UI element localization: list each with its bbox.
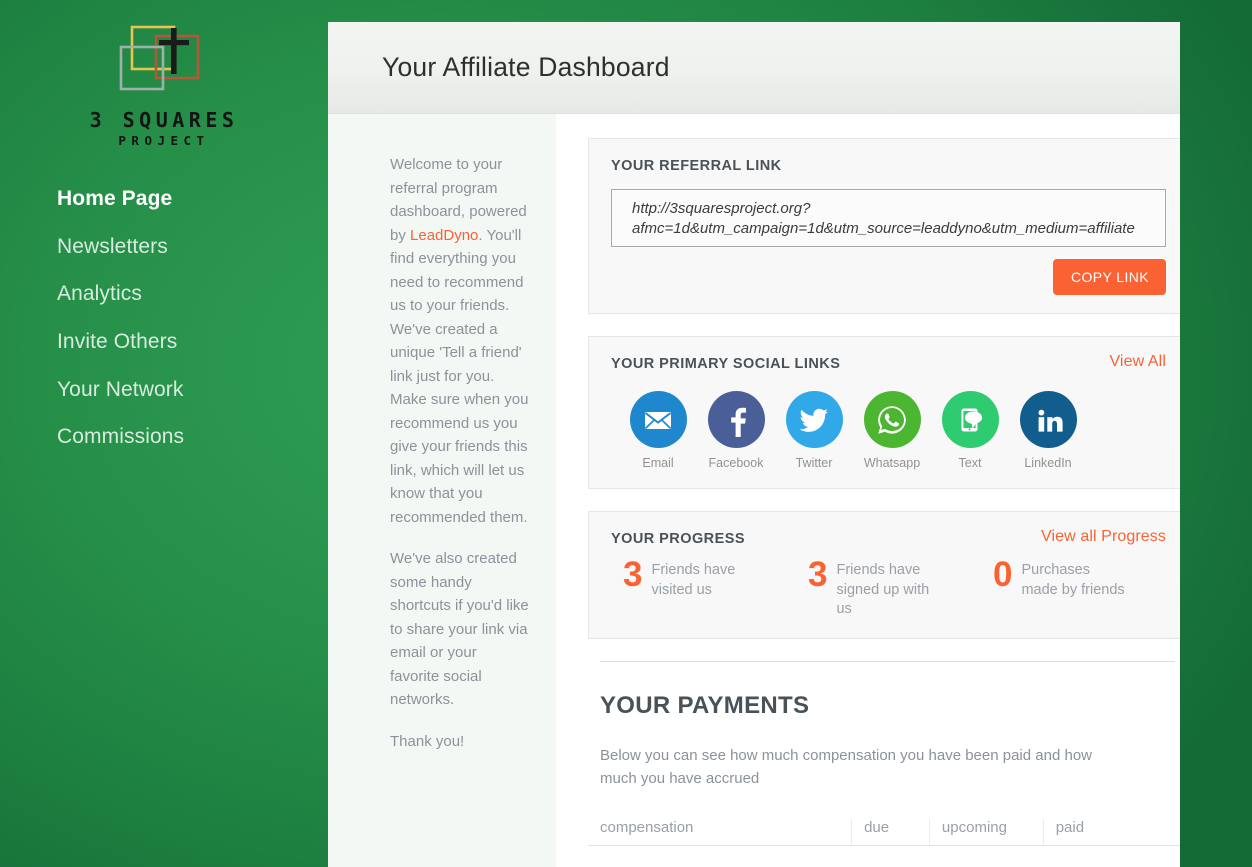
social-card-title: YOUR PRIMARY SOCIAL LINKS — [611, 356, 841, 372]
facebook-icon — [707, 391, 765, 448]
view-all-social-link[interactable]: View All — [1109, 353, 1166, 371]
view-all-progress-link[interactable]: View all Progress — [1041, 528, 1166, 546]
progress-value-visited: 3 — [623, 555, 643, 594]
linkedin-icon — [1019, 391, 1077, 448]
social-label-whatsapp: Whatsapp — [863, 456, 921, 470]
sidebar-item-newsletters[interactable]: Newsletters — [57, 234, 328, 259]
progress-value-signed-up: 3 — [808, 555, 828, 594]
payments-column-compensation: compensation — [588, 818, 852, 846]
progress-stats-row: 3 Friends have visited us 3 Friends have… — [611, 555, 1166, 620]
page-title: Your Affiliate Dashboard — [382, 52, 670, 82]
copy-button-row: COPY LINK — [611, 259, 1166, 295]
page-body: Welcome to your referral program dashboa… — [328, 114, 1180, 867]
brand-logo: 3 SQUARES PROJECT — [0, 0, 328, 148]
intro-paragraph-2: We've also created some handy shortcuts … — [390, 550, 529, 708]
referral-link-input[interactable]: http://3squaresproject.org? afmc=1d&utm_… — [611, 189, 1166, 247]
progress-stat-purchases: 0 Purchases made by friends — [981, 555, 1166, 620]
progress-card: YOUR PROGRESS View all Progress 3 Friend… — [588, 511, 1180, 639]
social-item-email[interactable]: Email — [619, 391, 697, 470]
payments-divider — [600, 660, 1175, 662]
leaddyno-link[interactable]: LeadDyno — [410, 227, 478, 244]
sidebar-nav: Home Page Newsletters Analytics Invite O… — [0, 186, 328, 450]
progress-value-purchases: 0 — [993, 555, 1013, 594]
social-label-email: Email — [642, 456, 674, 470]
progress-stat-visited: 3 Friends have visited us — [611, 555, 796, 620]
social-item-twitter[interactable]: Twitter — [775, 391, 853, 470]
email-envelope-icon — [629, 391, 687, 448]
intro-text-after-link: . You'll find everything you need to rec… — [390, 226, 529, 526]
content-panel: Your Affiliate Dashboard Welcome to your… — [328, 22, 1180, 867]
social-links-card: YOUR PRIMARY SOCIAL LINKS View All Email — [588, 336, 1180, 489]
three-squares-cross-logo-icon — [104, 22, 224, 102]
progress-card-title: YOUR PROGRESS — [611, 531, 745, 547]
referral-link-card: YOUR REFERRAL LINK http://3squaresprojec… — [588, 138, 1180, 314]
social-item-linkedin[interactable]: LinkedIn — [1009, 391, 1087, 470]
copy-link-button[interactable]: COPY LINK — [1052, 259, 1166, 295]
text-message-icon — [941, 391, 999, 448]
social-label-text: Text — [958, 456, 982, 470]
referral-card-title: YOUR REFERRAL LINK — [611, 158, 782, 174]
whatsapp-icon — [863, 391, 921, 448]
intro-paragraph-1: Welcome to your referral program dashboa… — [390, 153, 530, 529]
sidebar-item-your-network[interactable]: Your Network — [57, 377, 328, 402]
progress-label-signed-up: Friends have signed up with us — [836, 562, 930, 617]
payments-title: YOUR PAYMENTS — [600, 691, 810, 719]
sidebar-item-commissions[interactable]: Commissions — [57, 424, 328, 449]
social-item-text[interactable]: Text — [931, 391, 1009, 470]
payments-column-upcoming: upcoming — [928, 818, 1044, 846]
social-label-twitter: Twitter — [795, 456, 833, 470]
logo-text-secondary: PROJECT — [118, 133, 210, 148]
intro-sidebar: Welcome to your referral program dashboa… — [328, 114, 556, 867]
progress-label-purchases: Purchases made by friends — [1021, 562, 1125, 598]
sidebar-item-analytics[interactable]: Analytics — [57, 281, 328, 306]
sidebar: 3 SQUARES PROJECT Home Page Newsletters … — [0, 0, 328, 867]
logo-text-primary: 3 SQUARES — [89, 108, 239, 132]
sidebar-item-invite-others[interactable]: Invite Others — [57, 329, 328, 354]
social-label-linkedin: LinkedIn — [1024, 456, 1072, 470]
referral-link-value: http://3squaresproject.org? afmc=1d&utm_… — [632, 200, 1135, 237]
payments-description: Below you can see how much compensation … — [600, 746, 1092, 787]
page-header: Your Affiliate Dashboard — [328, 22, 1180, 114]
payments-column-paid: paid — [1042, 818, 1180, 846]
social-icons-row: Email Facebook Twitter Whatsapp Text Lin… — [611, 391, 1166, 470]
intro-paragraph-3: Thank you! — [390, 732, 465, 750]
progress-stat-signed-up: 3 Friends have signed up with us — [796, 555, 981, 620]
payments-table-header-row: compensation due upcoming paid — [588, 818, 1180, 846]
social-item-whatsapp[interactable]: Whatsapp — [853, 391, 931, 470]
payments-table: compensation due upcoming paid — [588, 818, 1180, 846]
payments-column-due: due — [851, 818, 930, 846]
twitter-bird-icon — [785, 391, 843, 448]
sidebar-item-home-page[interactable]: Home Page — [57, 186, 328, 211]
social-item-facebook[interactable]: Facebook — [697, 391, 775, 470]
progress-label-visited: Friends have visited us — [651, 562, 736, 598]
main-content: YOUR REFERRAL LINK http://3squaresprojec… — [556, 114, 1180, 867]
social-label-facebook: Facebook — [708, 456, 764, 470]
